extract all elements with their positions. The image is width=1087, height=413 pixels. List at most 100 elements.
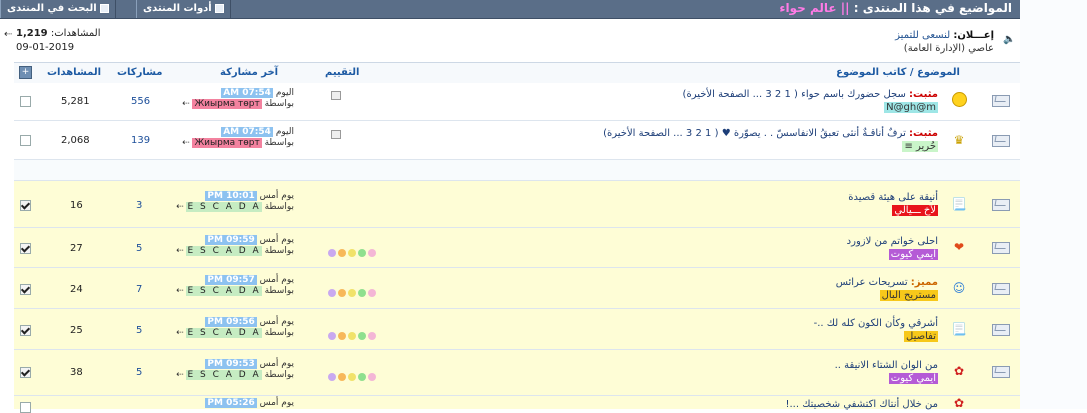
last-post: يوم أمس 09:59 PM بواسطة E S C A D A ⇠ [176,235,294,256]
thread-posts[interactable]: 7 [136,284,142,295]
thread-title[interactable]: سجل حضورك باسم حواء [801,89,906,100]
thread-topic: من خلال أنتاك اكتشفي شخصيتك ...! [785,398,938,411]
thread-row-6[interactable]: يوم أمس 05:26 PM من خلال أنتاك اكتشفي شخ… [14,396,1020,413]
people-icon [992,283,1010,297]
last-post: يوم أمس 09:57 PM بواسطة E S C A D A ⇠ [176,275,294,296]
thread-posts[interactable]: 5 [136,243,142,254]
col-last-post[interactable]: آخر مشاركة [220,67,278,78]
thread-title[interactable]: من الوان الشتاء الانيقة .. [835,360,938,371]
last-post-user[interactable]: E S C A D A [186,370,262,380]
thread-title[interactable]: أنيقة على هيئة قصيدة [848,192,938,203]
goto-last-icon[interactable]: ⇠ [176,370,184,380]
thread-checkbox[interactable] [20,284,31,295]
thread-title[interactable]: ترفٌ أناقـةٌ أنثى تعبقُ الانفاسسّ . . يص… [722,128,906,139]
thread-author[interactable]: تفاصيل [904,331,938,342]
goto-last-icon[interactable]: ⇠ [176,202,184,212]
forum-topbar: المواضيع في هذا المنتدى : || عالم حواء أ… [0,0,1020,19]
thread-topic: أنيقة على هيئة قصيدة لآخ ـــيالي [848,191,938,217]
last-post-user[interactable]: E S C A D A [186,286,262,296]
forum-search-button[interactable]: البحث في المنتدى [0,0,116,18]
thread-checkbox[interactable] [20,325,31,336]
thread-row-3[interactable]: 24 7 يوم أمس 09:57 PM بواسطة E S C A D A… [14,268,1020,309]
select-all-toggle[interactable]: + [19,66,32,79]
goto-last-icon[interactable]: ⇠ [176,286,184,296]
last-post-time: 09:53 PM [205,359,257,369]
thread-pages[interactable]: ( 1 2 3 ... الصفحة الأخيرة) [683,89,798,100]
last-post-time: 07:54 AM [221,88,273,98]
thread-views: 38 [70,367,83,378]
right-gutter [1020,0,1087,409]
announcement-link[interactable]: لنسعى للتميز [895,30,950,41]
col-views[interactable]: المشاهدات [47,67,101,78]
col-rating[interactable]: التقييم [325,67,359,78]
rating-icon [331,91,341,100]
thread-author[interactable]: N@gh@m [884,102,938,113]
thread-pages[interactable]: ( 1 2 3 ... الصفحة الأخيرة) [603,128,718,139]
last-post-time: 10:01 PM [205,191,257,201]
goto-last-icon[interactable]: ⇠ [176,246,184,256]
forum-tools-button[interactable]: أدوات المنتدى [136,0,231,18]
goto-last-icon[interactable]: ⇠ [176,328,184,338]
smile-blue-icon: ☺ [952,281,966,295]
thread-title[interactable]: أشرقي وكأن الكون كله لك ..- [814,318,938,329]
announcement-author[interactable]: عاصي (الإدارة العامة) [904,43,994,54]
last-post-user[interactable]: E S C A D A [186,202,262,212]
smile-icon [950,92,968,108]
last-post: اليوم 07:54 AM بواسطة Жиырма төрт ⇠ [182,88,294,109]
thread-topic: احلى خواتم من لازورد ايمي كيوت [847,235,938,261]
thread-row-4[interactable]: 25 5 يوم أمس 09:56 PM بواسطة E S C A D A… [14,309,1020,350]
thread-posts[interactable]: 5 [136,325,142,336]
thread-author[interactable]: ايمي كيوت [888,373,938,384]
sticky-row-2[interactable]: 2,068 139 اليوم 07:54 AM بواسطة Жиырма т… [14,121,1020,160]
forum-name[interactable]: || عالم حواء [779,1,849,15]
thread-title[interactable]: من خلال أنتاك اكتشفي شخصيتك ...! [785,399,938,410]
thread-checkbox[interactable] [20,135,31,146]
last-post-time: 05:26 PM [205,398,257,408]
sticky-prefix: مثبت: [909,89,938,100]
thread-checkbox[interactable] [20,96,31,107]
thread-posts[interactable]: 5 [136,367,142,378]
goto-last-icon[interactable]: ⇠ [182,99,190,109]
last-post-user[interactable]: Жиырма төрт [192,138,262,148]
expand-icon [214,3,224,13]
sticky-row-1[interactable]: 5,281 556 اليوم 07:54 AM بواسطة Жиырма т… [14,83,1020,121]
thread-author[interactable]: ايمي كيوت [888,249,938,260]
thread-row-2[interactable]: 27 5 يوم أمس 09:59 PM بواسطة E S C A D A… [14,228,1020,268]
sticky-prefix: مثبت: [909,128,938,139]
thread-author[interactable]: مستريح البال [879,290,938,301]
forum-section-title: المواضيع في هذا المنتدى : || عالم حواء [779,1,1012,15]
thread-posts[interactable]: 3 [136,200,142,211]
rating-dots [328,289,378,299]
col-topic[interactable]: الموضوع / كاتب الموضوع [836,67,960,78]
thread-title[interactable]: تسريحات عرائس [836,277,908,288]
thread-posts[interactable]: 556 [131,96,150,107]
mail-icon [992,199,1010,213]
thread-checkbox[interactable] [20,402,31,413]
mail-icon [992,135,1010,149]
thread-views: 24 [70,284,83,295]
thread-author[interactable]: لآخ ـــيالي [892,205,938,216]
thread-author[interactable]: حُرير ≡ [902,141,938,152]
thread-title[interactable]: احلى خواتم من لازورد [847,236,938,247]
thread-posts[interactable]: 139 [131,135,150,146]
thread-row-5[interactable]: 38 5 يوم أمس 09:53 PM بواسطة E S C A D A… [14,350,1020,396]
last-post: يوم أمس 09:53 PM بواسطة E S C A D A ⇠ [176,359,294,380]
thread-views: 25 [70,325,83,336]
arrow-icon: ⇠ [4,29,13,40]
last-post-user[interactable]: Жиырма төрт [192,99,262,109]
thread-topic: مثبت: سجل حضورك باسم حواء ( 1 2 3 ... ال… [683,88,938,114]
heart-icon: ❤ [953,240,965,254]
thread-checkbox[interactable] [20,200,31,211]
thread-row-1[interactable]: 16 3 يوم أمس 10:01 PM بواسطة E S C A D A… [14,181,1020,228]
thread-topic: أشرقي وكأن الكون كله لك ..- تفاصيل [814,317,938,343]
goto-last-icon[interactable]: ⇠ [182,138,190,148]
last-post: يوم أمس 05:26 PM [205,398,294,408]
thread-topic: مميز: تسريحات عرائس مستريح البال [836,276,938,302]
col-posts[interactable]: مشاركات [117,67,163,78]
mail-icon [992,324,1010,338]
thread-checkbox[interactable] [20,243,31,254]
last-post-user[interactable]: E S C A D A [186,246,262,256]
thread-checkbox[interactable] [20,367,31,378]
mail-icon [992,95,1010,109]
last-post-user[interactable]: E S C A D A [186,328,262,338]
